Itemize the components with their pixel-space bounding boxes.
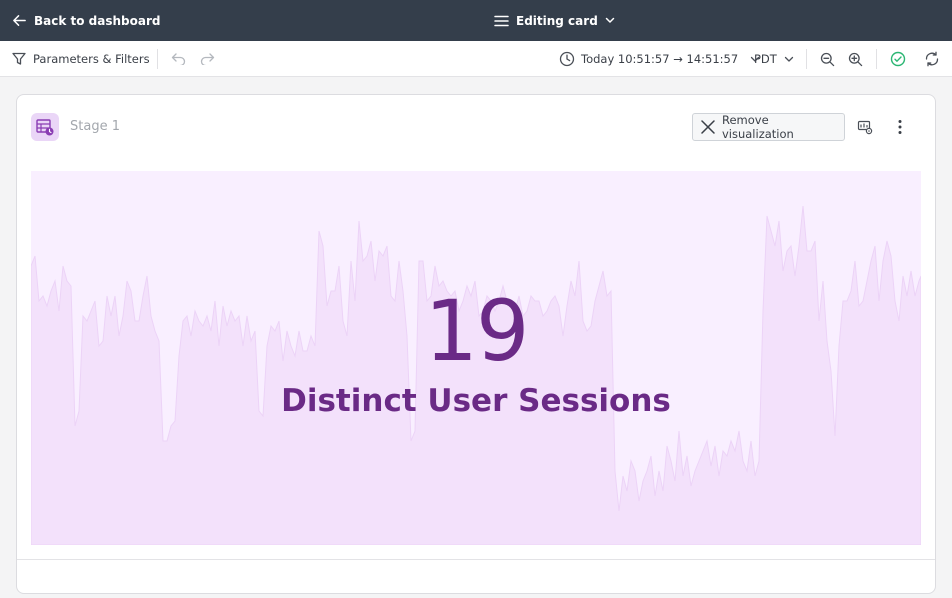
back-to-dashboard-button[interactable]: Back to dashboard: [12, 0, 161, 41]
redo-button[interactable]: [198, 41, 216, 77]
remove-visualization-button[interactable]: Remove visualization: [692, 113, 845, 141]
zoom-in-button[interactable]: [845, 41, 865, 77]
refresh-icon: [925, 51, 939, 67]
stage-icon-container: [31, 113, 59, 141]
toolbar: Parameters & Filters Today 10:51:57 → 14…: [0, 41, 952, 77]
toolbar-divider: [876, 49, 877, 69]
close-icon: [701, 120, 715, 134]
more-options-button[interactable]: [888, 113, 912, 141]
toolbar-divider: [157, 49, 158, 69]
filter-funnel-icon: [12, 52, 26, 65]
top-bar: Back to dashboard Editing card: [0, 0, 952, 41]
editing-card-menu[interactable]: Editing card: [494, 0, 615, 41]
arrow-left-icon: [13, 15, 26, 26]
parameters-filters-button[interactable]: Parameters & Filters: [12, 41, 150, 77]
zoom-out-icon: [820, 52, 834, 66]
check-circle-icon: [890, 51, 906, 67]
big-number-value: 19: [424, 282, 530, 380]
back-label: Back to dashboard: [34, 13, 161, 28]
query-card: Stage 1 Remove visualization 19 Distinct…: [16, 94, 936, 594]
hamburger-menu-icon: [494, 15, 509, 26]
viz-settings-icon: [857, 120, 873, 135]
zoom-out-button[interactable]: [817, 41, 837, 77]
timezone-picker[interactable]: PDT: [754, 41, 794, 77]
zoom-in-icon: [848, 52, 862, 66]
remove-visualization-label: Remove visualization: [721, 113, 794, 141]
redo-icon: [200, 53, 215, 65]
clock-icon: [559, 51, 575, 67]
table-clock-icon: [36, 119, 54, 136]
big-number-label: Distinct User Sessions: [281, 383, 671, 419]
more-vertical-icon: [898, 120, 902, 134]
undo-button[interactable]: [170, 41, 188, 77]
timezone-label: PDT: [754, 52, 777, 66]
chevron-down-icon: [784, 56, 793, 62]
visualization-settings-button[interactable]: [853, 113, 877, 141]
time-range-picker[interactable]: Today 10:51:57 → 14:51:57: [559, 41, 760, 77]
undo-icon: [171, 53, 186, 65]
card-footer-divider: [17, 559, 935, 560]
toolbar-divider: [806, 49, 807, 69]
big-number-visualization: 19 Distinct User Sessions: [31, 171, 921, 545]
query-status-button[interactable]: [888, 41, 908, 77]
stage-label: Stage 1: [70, 119, 120, 134]
refresh-button[interactable]: [922, 41, 942, 77]
chevron-down-icon: [605, 17, 615, 23]
params-label: Parameters & Filters: [33, 52, 150, 66]
editing-label: Editing card: [516, 13, 598, 28]
time-range-label: Today 10:51:57 → 14:51:57: [581, 52, 739, 66]
